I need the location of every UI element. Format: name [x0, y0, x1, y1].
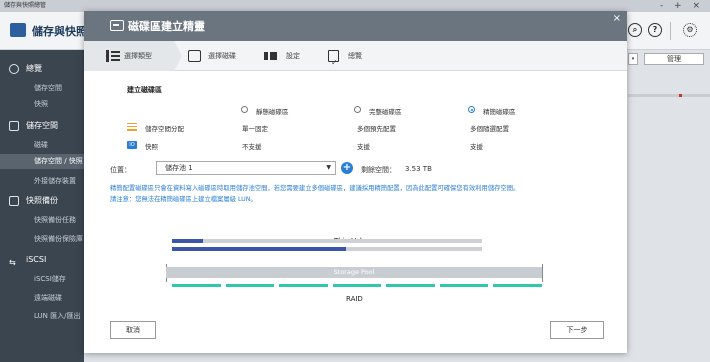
disk-icon [188, 50, 201, 62]
sidebar-item-storage-overview[interactable]: 儲存空間 [0, 81, 84, 96]
wizard-steps: 選擇類型 選擇磁碟 設定 總覽 [84, 41, 627, 78]
raid-label: RAID [346, 295, 363, 303]
location-label: 位置： [110, 166, 131, 174]
manage-button[interactable]: 管理 [644, 53, 704, 65]
raid-segments [172, 284, 543, 287]
wizard-title: 磁碟區建立精靈 [128, 20, 205, 33]
raid-segment [225, 284, 275, 287]
storage-app-logo-icon [10, 23, 26, 37]
location-select[interactable]: 儲存池 1 ▼ [156, 161, 336, 175]
header-divider [670, 22, 671, 40]
cancel-button[interactable]: 取消 [110, 321, 156, 339]
radio-static-volume[interactable] [241, 106, 248, 113]
sidebar-item-snapshot-backup-jobs[interactable]: 快照備份任務 [0, 213, 84, 228]
snapshot-icon: IO [127, 141, 137, 149]
next-button[interactable]: 下一步 [550, 321, 604, 339]
step-summary: 總覽 [328, 41, 362, 78]
list-icon [106, 50, 120, 62]
thin-volume-notice: 精簡配置磁碟區只會在資料寫入磁碟區時取用儲存池空間，若您需要建立多個磁碟區，建議… [110, 185, 520, 203]
sidebar-item-storage-snapshots[interactable]: 儲存空間 / 快照 [0, 154, 84, 169]
cell-static-snapshot: 不支援 [242, 143, 262, 151]
sidebar-group-storage[interactable]: 儲存空間 [0, 118, 84, 134]
option-thin-volume-label: 精簡磁碟區 [483, 108, 516, 116]
step-select-type: 選擇類型 [84, 41, 182, 71]
background-usage-bar [628, 94, 710, 97]
close-icon[interactable]: × [613, 13, 621, 24]
dashboard-icon [9, 64, 19, 74]
raid-segment [493, 284, 543, 287]
cell-thick-snapshot: 支援 [357, 143, 370, 151]
pool-right-edge [542, 264, 543, 282]
sidebar-item-snapshot-vault[interactable]: 快照備份保險庫 [0, 232, 84, 247]
allocation-icon [127, 123, 137, 131]
raid-segment [386, 284, 435, 287]
snapshot-backup-icon [9, 196, 19, 206]
help-icon[interactable]: ? [648, 23, 662, 37]
checklist-icon [328, 48, 339, 78]
location-value: 儲存池 1 [165, 164, 193, 172]
volume-creation-wizard: 磁碟區建立精靈 × 選擇類型 選擇磁碟 設定 總覽 建立磁碟區 靜態磁碟區 完整… [84, 11, 627, 353]
raid-segment [439, 284, 489, 287]
sidebar-item-external-storage[interactable]: 外接儲存裝置 [0, 174, 84, 189]
chevron-down-icon: ▼ [326, 164, 331, 171]
cell-thin-snapshot: 支援 [470, 143, 483, 151]
raid-segment [279, 284, 328, 287]
sidebar-item-snapshot-overview[interactable]: 快照 [0, 97, 84, 112]
app-title: 儲存與快照 [32, 25, 87, 38]
sidebar-item-iscsi-storage[interactable]: iSCSI儲存 [0, 272, 84, 287]
sidebar: 總覽 儲存空間 快照 儲存空間 磁碟 儲存空間 / 快照 外接儲存裝置 快照備份… [0, 50, 84, 362]
view-dropdown[interactable]: ▾ [628, 53, 638, 65]
radio-thin-volume[interactable] [468, 106, 475, 113]
sidebar-item-lun-import-export[interactable]: LUN 匯入/匯出 [0, 309, 84, 324]
step-settings: 設定 [264, 41, 300, 71]
usage-marker [679, 94, 682, 97]
sidebar-group-snapshot-backup[interactable]: 快照備份 [0, 193, 84, 209]
free-space-value: 3.53 TB [405, 165, 432, 173]
section-title: 建立磁碟區 [127, 86, 162, 94]
thin-volume-bar-2-fill [172, 247, 346, 251]
cell-thick-allocation: 多個預先配置 [357, 125, 396, 133]
free-space-label: 剩餘空間： [361, 166, 396, 174]
thin-volume-bar-1-fill [172, 239, 203, 243]
sidebar-item-remote-disk[interactable]: 遠端磁碟 [0, 291, 84, 306]
storage-icon [9, 121, 19, 131]
app-toolbar: ▾ 管理 [628, 50, 710, 68]
raid-segment [172, 284, 221, 287]
wizard-header: 磁碟區建立精靈 × [84, 11, 627, 41]
cell-thin-allocation: 多個隨選配置 [470, 125, 509, 133]
option-thick-volume-label: 完整磁碟區 [369, 108, 402, 116]
settings-icon [264, 52, 277, 60]
option-static-volume-label: 靜態磁碟區 [256, 108, 289, 116]
sidebar-group-iscsi[interactable]: ⇆ iSCSI [0, 252, 84, 268]
search-icon[interactable]: ⌕ [628, 23, 642, 37]
raid-segment [332, 284, 382, 287]
gear-icon[interactable]: ⚙ [683, 23, 697, 37]
sidebar-item-disks[interactable]: 磁碟 [0, 138, 84, 153]
window-title: 儲存與快照總管 [4, 2, 47, 9]
storage-pool-bar: Storage Pool [166, 267, 542, 278]
iscsi-icon: ⇆ [9, 258, 16, 267]
cell-static-allocation: 單一固定 [242, 125, 268, 133]
radio-thick-volume[interactable] [354, 106, 361, 113]
sidebar-group-overview[interactable]: 總覽 [0, 61, 84, 77]
add-pool-button[interactable]: + [341, 162, 353, 174]
window-controls[interactable]: - + × [660, 0, 704, 12]
row-allocation-label: 儲存空間分配 [145, 125, 184, 133]
thin-volume-bar-1 [172, 239, 482, 243]
volume-icon [110, 20, 124, 31]
row-snapshot-label: 快照 [145, 143, 158, 151]
thin-volume-bar-2 [172, 247, 482, 251]
step-select-disks: 選擇磁碟 [186, 41, 236, 71]
